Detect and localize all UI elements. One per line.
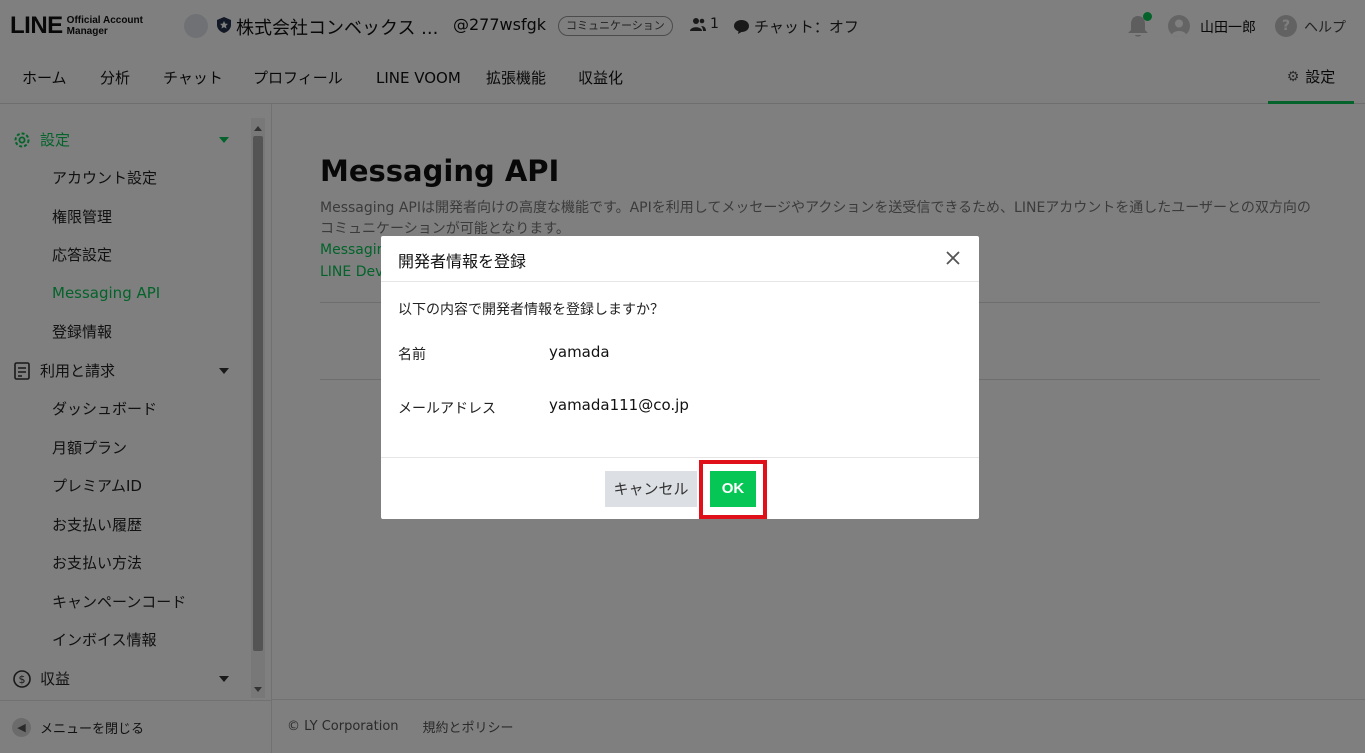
ok-button[interactable]: OK [710, 471, 756, 507]
cancel-button[interactable]: キャンセル [605, 471, 697, 507]
dialog-header: 開発者情報を登録 [381, 236, 979, 282]
dialog-footer: キャンセル OK [381, 457, 979, 519]
dialog-title: 開発者情報を登録 [398, 252, 527, 271]
name-label: 名前 [398, 347, 426, 363]
name-value: yamada [549, 343, 610, 361]
register-developer-dialog: 開発者情報を登録 以下の内容で開発者情報を登録しますか？ 名前 yamada メ… [381, 236, 979, 519]
close-icon[interactable] [943, 248, 963, 268]
email-value: yamada111@co.jp [549, 396, 689, 414]
email-label: メールアドレス [398, 401, 496, 417]
dialog-body: 以下の内容で開発者情報を登録しますか？ 名前 yamada メールアドレス ya… [381, 282, 979, 457]
dialog-question: 以下の内容で開発者情報を登録しますか？ [398, 302, 664, 318]
